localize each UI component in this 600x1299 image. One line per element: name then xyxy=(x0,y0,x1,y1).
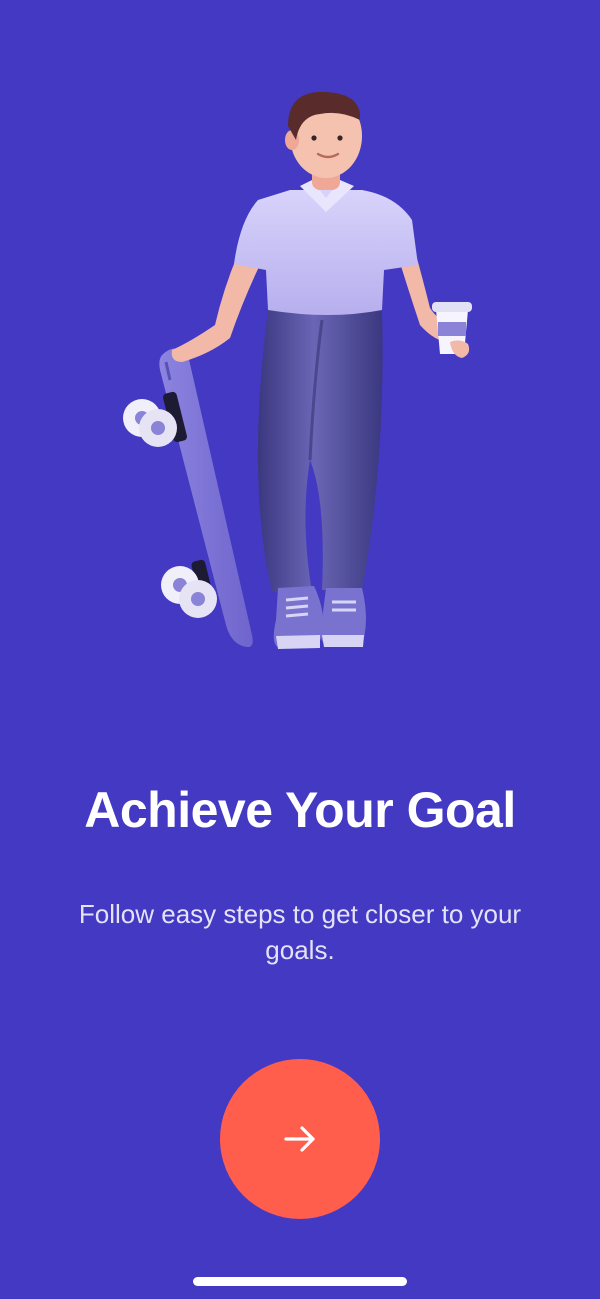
next-button[interactable] xyxy=(220,1059,380,1219)
legs xyxy=(257,310,383,592)
onboarding-title: Achieve Your Goal xyxy=(84,782,516,838)
shoes xyxy=(273,586,366,649)
arrow-right-icon xyxy=(284,1126,315,1152)
shirt xyxy=(234,180,418,315)
head xyxy=(285,91,362,178)
skater-illustration xyxy=(123,91,472,649)
onboarding-subtitle: Follow easy steps to get closer to your … xyxy=(78,899,522,965)
onboarding-screen: Achieve Your Goal Follow easy steps to g… xyxy=(0,0,600,1299)
skateboard xyxy=(123,348,253,648)
home-indicator[interactable] xyxy=(193,1277,407,1286)
